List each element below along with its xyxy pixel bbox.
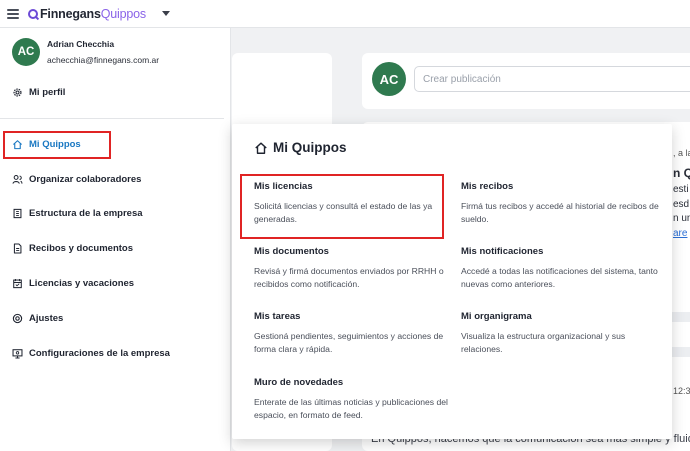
document-icon bbox=[12, 243, 23, 254]
card-description: Visualiza la estructura organizacional y… bbox=[461, 331, 626, 354]
card-description: Solicitá licencias y consultá el estado … bbox=[254, 201, 433, 224]
app-logo[interactable]: Finnegans Quippos bbox=[28, 7, 146, 21]
top-bar: Finnegans Quippos bbox=[0, 0, 690, 28]
feed-strip-link[interactable]: are bbox=[673, 228, 687, 239]
compose-avatar: AC bbox=[372, 62, 406, 96]
card-title: Mis documentos bbox=[254, 246, 329, 257]
feed-strip-text: n un bbox=[673, 213, 690, 224]
home-icon bbox=[12, 139, 23, 150]
sidebar-item-mi-quippos[interactable]: Mi Quippos bbox=[12, 137, 81, 151]
sidebar-item-label: Estructura de la empresa bbox=[29, 207, 143, 219]
card-title: Mis notificaciones bbox=[461, 246, 544, 257]
card-description: Firmá tus recibos y accedé al historial … bbox=[461, 201, 659, 224]
settings-icon bbox=[12, 313, 23, 324]
feed-strip-divider bbox=[672, 347, 690, 357]
sidebar-item-organizar-colaboradores[interactable]: Organizar colaboradores bbox=[12, 172, 141, 186]
card-mis-documentos[interactable]: Mis documentos Revisá y firmá documentos… bbox=[254, 246, 454, 290]
compose-input[interactable]: Crear publicación bbox=[414, 66, 690, 92]
hamburger-menu-icon[interactable] bbox=[7, 8, 19, 19]
card-title: Mis recibos bbox=[461, 181, 514, 192]
monitor-settings-icon bbox=[12, 348, 23, 359]
feed-strip-text: , a la bbox=[673, 148, 690, 158]
sidebar-item-estructura-empresa[interactable]: Estructura de la empresa bbox=[12, 206, 143, 220]
home-icon bbox=[254, 141, 268, 155]
panel-title: Mi Quippos bbox=[254, 140, 347, 155]
panel-title-text: Mi Quippos bbox=[273, 140, 347, 155]
sidebar-item-configuraciones-empresa[interactable]: Configuraciones de la empresa bbox=[12, 346, 170, 360]
avatar[interactable]: AC bbox=[12, 38, 40, 66]
sidebar-item-mi-perfil[interactable]: Mi perfil bbox=[12, 85, 65, 99]
users-icon bbox=[12, 174, 23, 185]
card-description: Accedé a todas las notificaciones del si… bbox=[461, 266, 658, 289]
sidebar-item-label: Configuraciones de la empresa bbox=[29, 347, 170, 359]
user-profile: AC Adrian Checchia achecchia@finnegans.c… bbox=[12, 38, 159, 66]
logo-secondary-text: Quippos bbox=[100, 6, 146, 21]
sidebar-item-ajustes[interactable]: Ajustes bbox=[12, 311, 63, 325]
user-email: achecchia@finnegans.com.ar bbox=[47, 55, 160, 65]
card-mis-tareas[interactable]: Mis tareas Gestioná pendientes, seguimie… bbox=[254, 311, 454, 355]
feed-strip-time: 12:36 bbox=[673, 386, 690, 396]
sidebar-item-label: Licencias y vacaciones bbox=[29, 277, 135, 289]
card-description: Gestioná pendientes, seguimientos y acci… bbox=[254, 331, 444, 354]
chevron-down-icon[interactable] bbox=[161, 11, 170, 16]
feed-strip-text: n Qu bbox=[673, 166, 690, 180]
sidebar-item-recibos-documentos[interactable]: Recibos y documentos bbox=[12, 241, 133, 255]
sidebar-item-label: Mi perfil bbox=[29, 86, 66, 98]
mi-quippos-panel: Mi Quippos Mis licencias Solicitá licenc… bbox=[232, 124, 672, 439]
calendar-icon bbox=[12, 278, 23, 289]
card-description: Revisá y firmá documentos enviados por R… bbox=[254, 266, 444, 289]
feed-strip-text: esd bbox=[673, 199, 690, 210]
feed-strip-divider bbox=[672, 312, 690, 322]
sidebar-item-label: Recibos y documentos bbox=[29, 242, 133, 254]
card-mis-recibos[interactable]: Mis recibos Firmá tus recibos y accedé a… bbox=[461, 181, 661, 225]
sidebar-item-label: Organizar colaboradores bbox=[29, 173, 142, 185]
sidebar-item-licencias-vacaciones[interactable]: Licencias y vacaciones bbox=[12, 276, 134, 290]
logo-primary-text: Finnegans bbox=[40, 6, 101, 21]
card-mi-organigrama[interactable]: Mi organigrama Visualiza la estructura o… bbox=[461, 311, 661, 355]
building-icon bbox=[12, 208, 23, 219]
sidebar-divider bbox=[0, 118, 224, 119]
sidebar: AC Adrian Checchia achecchia@finnegans.c… bbox=[0, 28, 231, 451]
card-title: Mis tareas bbox=[254, 311, 301, 322]
card-mis-licencias[interactable]: Mis licencias Solicitá licencias y consu… bbox=[254, 181, 454, 225]
card-mis-notificaciones[interactable]: Mis notificaciones Accedé a todas las no… bbox=[461, 246, 661, 290]
feed-strip-text: esti bbox=[673, 184, 689, 195]
card-title: Muro de novedades bbox=[254, 377, 344, 388]
card-description: Enterate de las últimas noticias y publi… bbox=[254, 397, 448, 420]
sidebar-item-label: Ajustes bbox=[29, 312, 64, 324]
card-muro-novedades[interactable]: Muro de novedades Enterate de las última… bbox=[254, 377, 454, 421]
user-name: Adrian Checchia bbox=[47, 39, 115, 49]
gear-icon bbox=[12, 87, 23, 98]
sidebar-item-label: Mi Quippos bbox=[29, 138, 81, 150]
card-title: Mis licencias bbox=[254, 181, 313, 192]
card-title: Mi organigrama bbox=[461, 311, 532, 322]
logo-mark-icon bbox=[28, 8, 38, 19]
